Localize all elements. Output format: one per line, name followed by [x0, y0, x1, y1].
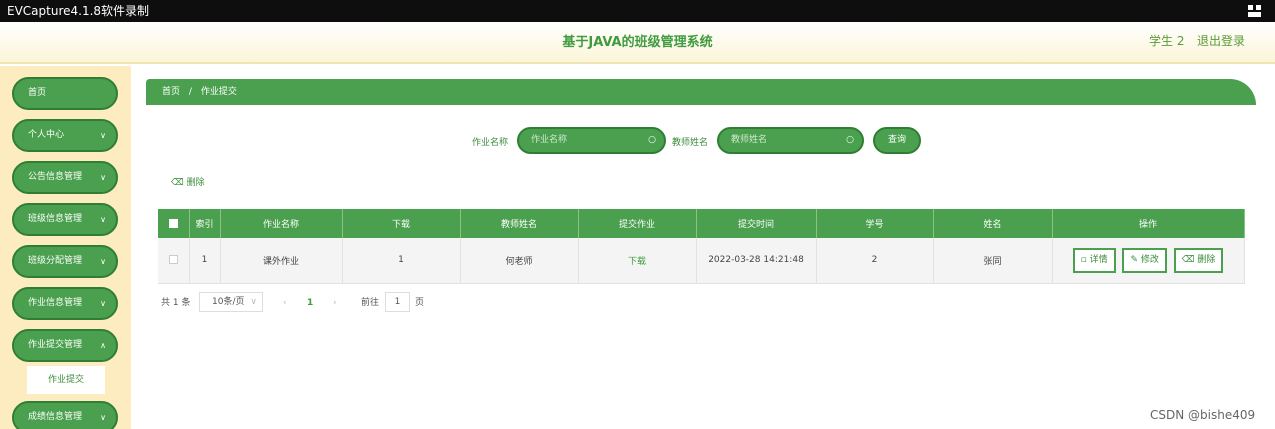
cell-actions: ▫ 详情 ✎ 修改 ⌫ 删除 — [1052, 238, 1245, 284]
fullscreen-icon[interactable] — [1248, 5, 1261, 17]
detail-button[interactable]: ▫ 详情 — [1072, 247, 1116, 273]
app-header: 基于JAVA的班级管理系统 学生 2 退出登录 — [0, 22, 1275, 64]
sidebar-item-label: 成绩信息管理 — [28, 412, 83, 422]
recorder-title: EVCapture4.1.8软件录制 — [7, 4, 150, 18]
search-icon: ○ — [846, 135, 854, 145]
sidebar-item-homework-submit[interactable]: 作业提交管理 ∧ — [12, 329, 118, 362]
homework-name-label: 作业名称 — [472, 138, 509, 148]
trash-icon: ⌫ — [1181, 254, 1195, 265]
chevron-down-icon: ∨ — [100, 131, 106, 140]
sidebar-item-homework-info[interactable]: 作业信息管理 ∨ — [12, 287, 118, 320]
sidebar-item-label: 个人中心 — [28, 130, 65, 140]
app-title: 基于JAVA的班级管理系统 — [562, 35, 713, 50]
breadcrumb-home[interactable]: 首页 — [162, 87, 180, 97]
sidebar-item-label: 班级分配管理 — [28, 256, 83, 266]
edit-label: 修改 — [1140, 254, 1159, 265]
prev-page-icon[interactable]: ‹ — [283, 297, 287, 309]
row-select-cell[interactable] — [158, 238, 190, 284]
goto-suffix: 页 — [415, 298, 425, 308]
teacher-name-input[interactable]: 教师姓名 ○ — [717, 127, 864, 154]
breadcrumb-current: 作业提交 — [200, 87, 237, 97]
chevron-up-icon: ∧ — [100, 341, 106, 350]
batch-delete-label: 删除 — [186, 178, 205, 188]
chevron-down-icon: ∨ — [100, 413, 106, 422]
sidebar-item-announcement[interactable]: 公告信息管理 ∨ — [12, 161, 118, 194]
page: EVCapture4.1.8软件录制 基于JAVA的班级管理系统 学生 2 退出… — [0, 0, 1275, 429]
breadcrumb: 首页 / 作业提交 — [146, 79, 1256, 105]
column-header: 下载 — [342, 209, 461, 238]
detail-label: 详情 — [1089, 254, 1108, 265]
submission-table: 索引 作业名称 下载 教师姓名 提交作业 提交时间 学号 姓名 操作 1 课外作… — [158, 209, 1245, 284]
current-page[interactable]: 1 — [307, 297, 313, 309]
cell-teacher: 何老师 — [460, 238, 579, 284]
cell-student-no: 2 — [816, 238, 934, 284]
pagination-total: 共 1 条 — [161, 298, 191, 308]
download-link[interactable]: 下载 — [628, 257, 646, 267]
sidebar-item-personal-center[interactable]: 个人中心 ∨ — [12, 119, 118, 152]
cell-submit-cell: 下载 — [578, 238, 697, 284]
search-icon: ○ — [648, 135, 656, 145]
watermark: CSDN @bishe409 — [1150, 408, 1256, 422]
column-header: 教师姓名 — [460, 209, 579, 238]
homework-name-input[interactable]: 作业名称 ○ — [517, 127, 666, 154]
select-all-checkbox[interactable] — [168, 218, 178, 228]
page-size-value: 10条/页 — [212, 297, 245, 307]
sidebar-item-label: 公告信息管理 — [28, 172, 83, 182]
cell-download: 1 — [342, 238, 461, 284]
table-row: 1 课外作业 1 何老师 下载 2022-03-28 14:21:48 2 张同… — [158, 238, 1245, 284]
column-header: 提交作业 — [578, 209, 697, 238]
delete-label: 删除 — [1197, 254, 1216, 265]
recorder-title-bar: EVCapture4.1.8软件录制 — [0, 0, 1275, 22]
homework-name-placeholder: 作业名称 — [531, 135, 568, 145]
detail-icon: ▫ — [1080, 254, 1087, 265]
column-header: 索引 — [189, 209, 221, 238]
page-size-select[interactable]: 10条/页 ∨ — [199, 292, 263, 312]
chevron-down-icon: ∨ — [100, 257, 106, 266]
query-button[interactable]: 查询 — [873, 127, 921, 154]
sidebar-subitem-homework-submit[interactable]: 作业提交 — [27, 366, 105, 394]
sidebar-item-label: 班级信息管理 — [28, 214, 83, 224]
select-all-cell[interactable] — [158, 209, 190, 238]
logout-link[interactable]: 退出登录 — [1197, 32, 1245, 49]
sidebar-item-class-info[interactable]: 班级信息管理 ∨ — [12, 203, 118, 236]
column-header: 姓名 — [933, 209, 1053, 238]
sidebar-item-home[interactable]: 首页 — [12, 77, 118, 110]
sidebar-item-label: 作业信息管理 — [28, 298, 83, 308]
delete-button[interactable]: ⌫ 删除 — [1173, 247, 1224, 273]
edit-icon: ✎ — [1130, 254, 1139, 265]
cell-index: 1 — [189, 238, 221, 284]
next-page-icon[interactable]: › — [333, 297, 337, 309]
breadcrumb-separator: / — [188, 87, 192, 97]
cell-homework-name: 课外作业 — [220, 238, 343, 284]
edit-button[interactable]: ✎ 修改 — [1122, 247, 1167, 273]
batch-delete-button[interactable]: ⌫ 删除 — [171, 175, 205, 188]
chevron-down-icon: ∨ — [100, 215, 106, 224]
goto-prefix: 前往 — [361, 298, 380, 308]
table-header-row: 索引 作业名称 下载 教师姓名 提交作业 提交时间 学号 姓名 操作 — [158, 209, 1245, 238]
cell-time: 2022-03-28 14:21:48 — [696, 238, 817, 284]
sidebar-item-label: 首页 — [28, 88, 47, 98]
teacher-name-label: 教师姓名 — [672, 138, 709, 148]
column-header: 学号 — [816, 209, 934, 238]
sidebar-item-class-assign[interactable]: 班级分配管理 ∨ — [12, 245, 118, 278]
current-user: 学生 2 — [1149, 34, 1185, 48]
column-header: 操作 — [1052, 209, 1245, 238]
trash-icon: ⌫ — [171, 178, 184, 188]
teacher-name-placeholder: 教师姓名 — [731, 135, 768, 145]
chevron-down-icon: ∨ — [100, 173, 106, 182]
row-checkbox[interactable] — [168, 255, 178, 265]
column-header: 作业名称 — [220, 209, 343, 238]
chevron-down-icon: ∨ — [100, 299, 106, 308]
cell-student-name: 张同 — [933, 238, 1053, 284]
sidebar-item-label: 作业提交管理 — [28, 340, 83, 350]
chevron-down-icon: ∨ — [250, 297, 257, 307]
sidebar-item-grades[interactable]: 成绩信息管理 ∨ — [12, 401, 118, 429]
goto-page-input[interactable]: 1 — [385, 292, 410, 312]
column-header: 提交时间 — [696, 209, 817, 238]
